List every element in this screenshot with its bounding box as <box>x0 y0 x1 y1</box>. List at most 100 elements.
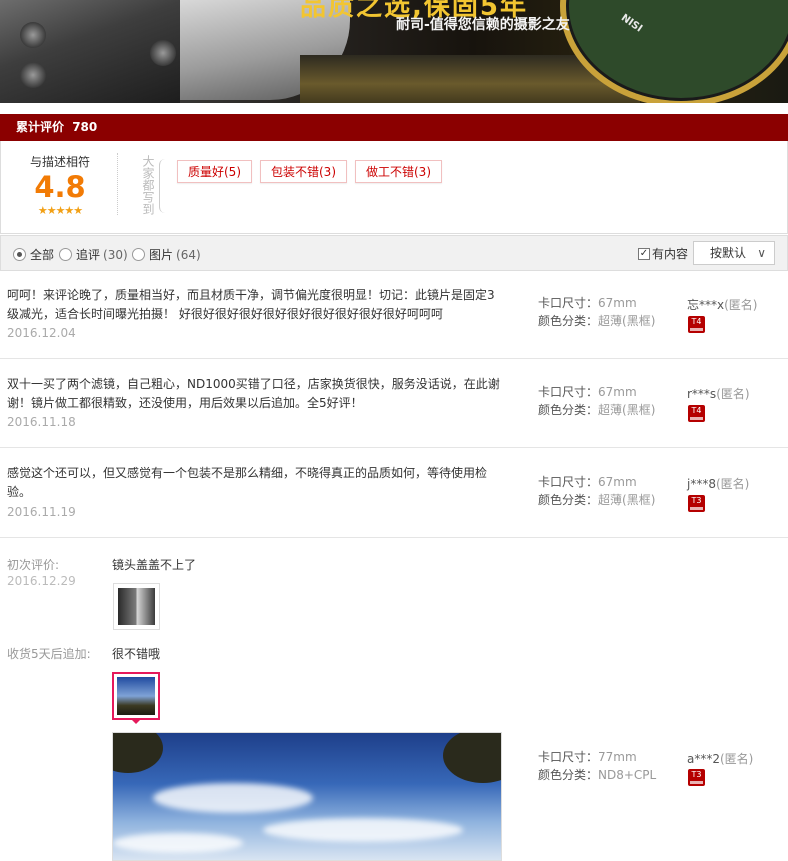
size-label: 卡口尺寸： <box>538 296 599 310</box>
people-say-label: 大家都写到 <box>141 155 155 215</box>
cloud-shape <box>263 818 463 842</box>
impression-tag[interactable]: 包装不错(3) <box>260 160 347 183</box>
size-value: 67mm <box>598 296 637 310</box>
reviewer-nick: a***2 <box>687 752 720 766</box>
review-photo-large[interactable] <box>112 732 502 861</box>
sku-attributes: 卡口尺寸：67mm 颜色分类：超薄(黑框) <box>538 473 655 509</box>
review-photo-thumbnail[interactable] <box>113 583 160 630</box>
has-content-label: 有内容 <box>652 247 689 261</box>
filter-label: 追评 <box>76 248 101 262</box>
sku-attributes: 卡口尺寸：67mm 颜色分类：超薄(黑框) <box>538 294 655 330</box>
rating-count: 780 <box>72 120 98 134</box>
sort-label: 按默认 <box>710 246 747 260</box>
impression-tag[interactable]: 质量好(5) <box>177 160 252 183</box>
sort-dropdown[interactable]: 按默认 ∨ <box>693 241 775 265</box>
initial-review-label: 初次评价: <box>7 558 60 572</box>
anonymous-tag: (匿名) <box>715 477 750 491</box>
radio-icon <box>59 248 72 261</box>
impression-tag[interactable]: 做工不错(3) <box>355 160 442 183</box>
cloud-shape <box>113 833 243 853</box>
size-value: 67mm <box>598 385 637 399</box>
promo-banner: NISI 品质之选,保固5年 耐司-值得您信赖的摄影之友 <box>0 0 788 103</box>
user-level-badge: T4 <box>688 405 705 422</box>
reviewer-name: 忘***x(匿名) <box>687 296 757 313</box>
sky-photo <box>117 677 155 715</box>
has-content-checkbox[interactable]: ✓ 有内容 <box>638 245 688 262</box>
anonymous-tag: (匿名) <box>716 387 750 401</box>
tree-shape <box>443 733 501 783</box>
rating-header: 累计评价 780 <box>0 114 788 141</box>
color-label: 颜色分类： <box>538 314 599 328</box>
color-label: 颜色分类： <box>538 403 599 417</box>
size-value: 77mm <box>598 750 637 764</box>
anonymous-tag: (匿名) <box>724 298 758 312</box>
filter-label: 全部 <box>30 248 55 262</box>
impression-tags: 质量好(5) 包装不错(3) 做工不错(3) <box>177 160 450 183</box>
size-label: 卡口尺寸： <box>538 750 599 764</box>
reviewer-name: r***s(匿名) <box>687 385 750 402</box>
lens-cap-photo <box>118 588 155 625</box>
reviewer-nick: r***s <box>687 387 717 401</box>
reviewer-name: a***2(匿名) <box>687 750 753 767</box>
reviewer-nick: j***8 <box>687 477 716 491</box>
review-item: 感觉这个还可以，但又感觉有一个包装不是那么精细，不晓得真正的品质如何，等待使用检… <box>0 448 788 538</box>
sku-attributes: 卡口尺寸：77mm 颜色分类：ND8+CPL <box>538 748 656 784</box>
checkbox-checked-icon: ✓ <box>638 247 650 260</box>
size-label: 卡口尺寸： <box>538 385 599 399</box>
radio-checked-icon <box>13 248 26 261</box>
review-date: 2016.11.18 <box>7 415 76 429</box>
color-value: 超薄(黑框) <box>598 403 656 417</box>
camera-dial-icon <box>150 40 176 66</box>
star-rating-icon: ★★★★★ <box>37 204 83 217</box>
review-date: 2016.12.04 <box>7 326 76 340</box>
filter-label: 图片 <box>149 248 174 262</box>
reviewer-name: j***8(匿名) <box>687 475 749 492</box>
color-label: 颜色分类： <box>538 493 599 507</box>
score-label: 与描述相符 <box>29 155 90 169</box>
anonymous-tag: (匿名) <box>720 752 754 766</box>
review-filter-bar: 全部 追评 (30) 图片 (64) ✓ 有内容 按默认 ∨ <box>0 235 788 271</box>
score-box: 与描述相符 4.8 ★★★★★ <box>15 153 105 217</box>
filter-count: (30) <box>103 247 128 262</box>
brace-divider <box>159 159 166 213</box>
camera-dial-icon <box>20 62 46 88</box>
color-value: 超薄(黑框) <box>598 314 656 328</box>
divider <box>117 153 118 215</box>
size-label: 卡口尺寸： <box>538 475 599 489</box>
sku-attributes: 卡口尺寸：67mm 颜色分类：超薄(黑框) <box>538 383 655 419</box>
review-date: 2016.11.19 <box>7 505 76 519</box>
review-content: 感觉这个还可以，但又感觉有一个包装不是那么精细，不晓得真正的品质如何，等待使用检… <box>7 466 488 499</box>
review-item: 呵呵！来评论晚了，质量相当好，而且材质干净，调节偏光度很明显！切记：此镜片是固定… <box>0 270 788 359</box>
filter-followup-radio[interactable]: 追评 (30) <box>59 246 128 263</box>
color-value: 超薄(黑框) <box>598 493 656 507</box>
selected-arrow-icon <box>130 718 142 724</box>
user-level-badge: T3 <box>688 769 705 786</box>
filter-count: (64) <box>176 247 201 262</box>
review-content: 双十一买了两个滤镜，自己粗心，ND1000买错了口径，店家换货很快，服务没话说，… <box>7 377 500 410</box>
radio-icon <box>132 248 145 261</box>
size-value: 67mm <box>598 475 637 489</box>
tree-shape <box>113 733 163 773</box>
score-value: 4.8 <box>34 170 86 204</box>
rating-summary: 与描述相符 4.8 ★★★★★ 大家都写到 质量好(5) 包装不错(3) 做工不错(… <box>0 141 788 234</box>
camera-image <box>0 0 180 103</box>
banner-tagline: 耐司-值得您信赖的摄影之友 <box>396 17 570 33</box>
append-review-label: 收货5天后追加: <box>7 647 91 661</box>
filter-all-radio[interactable]: 全部 <box>13 246 54 263</box>
append-review-content: 很不错哦 <box>112 647 161 661</box>
color-value: ND8+CPL <box>598 768 657 782</box>
user-level-badge: T4 <box>688 316 705 333</box>
user-level-badge: T3 <box>688 495 705 512</box>
review-photo-thumbnail-selected[interactable] <box>112 672 160 720</box>
camera-dial-icon <box>20 22 46 48</box>
cloud-shape <box>153 783 313 813</box>
initial-review-date: 2016.12.29 <box>7 574 76 588</box>
filter-photo-radio[interactable]: 图片 (64) <box>132 246 201 263</box>
review-item: 双十一买了两个滤镜，自己粗心，ND1000买错了口径，店家换货很快，服务没话说，… <box>0 359 788 448</box>
chevron-down-icon: ∨ <box>757 246 766 260</box>
initial-review-content: 镜头盖盖不上了 <box>112 558 197 572</box>
reviewer-nick: 忘***x <box>687 298 725 312</box>
rating-header-label: 累计评价 <box>16 120 65 134</box>
review-content: 呵呵！来评论晚了，质量相当好，而且材质干净，调节偏光度很明显！切记：此镜片是固定… <box>7 288 495 321</box>
color-label: 颜色分类： <box>538 768 599 782</box>
